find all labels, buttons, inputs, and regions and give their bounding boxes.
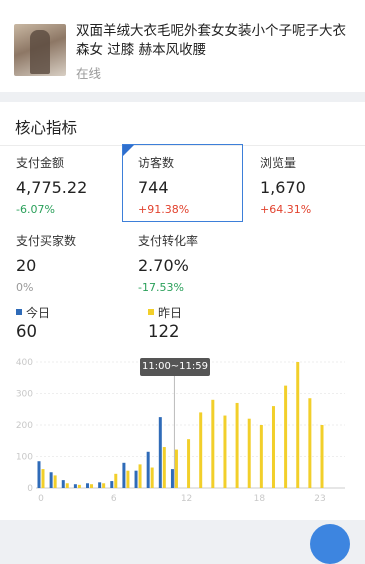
bar-today — [110, 481, 114, 488]
metric-value: 1,670 — [260, 178, 306, 197]
x-tick-label: 0 — [38, 494, 44, 504]
bar-yesterday — [259, 425, 263, 488]
bar-today — [98, 482, 102, 488]
metric-change: -6.07% — [16, 203, 55, 216]
bar-yesterday — [53, 475, 57, 488]
bar-yesterday — [77, 484, 81, 488]
x-tick-label: 12 — [181, 494, 192, 504]
legend-yesterday: 昨日 — [148, 304, 182, 321]
bar-today — [49, 472, 53, 488]
section-title: 核心指标 — [15, 119, 78, 137]
bar-today — [73, 484, 77, 488]
bar-yesterday — [284, 385, 288, 488]
metric-label: 浏览量 — [260, 156, 297, 170]
metric-change: +91.38% — [138, 203, 190, 216]
bar-yesterday — [247, 418, 251, 488]
metric-conversion-rate[interactable]: 支付转化率 2.70% -17.53% — [138, 232, 248, 294]
bar-yesterday — [150, 467, 154, 488]
bar-yesterday — [223, 415, 227, 488]
bar-yesterday — [211, 399, 215, 488]
legend-yesterday-label: 昨日 — [158, 306, 183, 320]
x-tick-label: 23 — [314, 494, 325, 504]
product-title[interactable]: 双面羊绒大衣毛呢外套女女装小个子呢子大衣森女 过膝 赫本风收腰 — [76, 22, 356, 60]
legend-today-value: 60 — [16, 322, 37, 341]
x-tick-label: 6 — [111, 494, 117, 504]
bar-today — [134, 470, 138, 488]
floating-action-button[interactable] — [310, 524, 350, 564]
bar-yesterday — [235, 402, 239, 488]
y-tick-label: 0 — [27, 484, 33, 494]
bar-today — [146, 451, 150, 488]
bar-today — [122, 462, 126, 488]
bar-yesterday — [41, 469, 45, 488]
metric-change: +64.31% — [260, 203, 312, 216]
bar-yesterday — [90, 484, 94, 488]
legend-today-swatch — [16, 308, 22, 315]
y-tick-label: 200 — [16, 421, 33, 431]
metric-value: 2.70% — [138, 256, 189, 275]
bar-yesterday — [271, 406, 275, 488]
bar-yesterday — [126, 470, 130, 488]
legend-yesterday-value: 122 — [148, 322, 180, 341]
bar-yesterday — [162, 447, 166, 488]
metric-change: 0% — [16, 281, 34, 294]
metric-value: 4,775.22 — [16, 178, 88, 197]
bar-yesterday — [187, 439, 191, 488]
metric-value: 744 — [138, 178, 169, 197]
bar-today — [158, 417, 162, 488]
bar-yesterday — [174, 449, 178, 488]
metric-payment-amount[interactable]: 支付金额 4,775.22 -6.07% — [16, 154, 126, 216]
metric-label: 支付转化率 — [138, 234, 199, 248]
metric-pageviews[interactable]: 浏览量 1,670 +64.31% — [260, 154, 365, 216]
bottom-gap — [0, 520, 365, 534]
metric-label: 支付金额 — [16, 156, 65, 170]
bar-yesterday — [102, 483, 106, 488]
section-gap — [0, 92, 365, 102]
metric-paying-buyers[interactable]: 支付买家数 20 0% — [16, 232, 126, 294]
metric-label: 支付买家数 — [16, 234, 77, 248]
bar-today — [37, 461, 41, 488]
y-tick-label: 100 — [16, 453, 33, 463]
product-image-figure — [30, 30, 50, 74]
metric-visitors[interactable]: 访客数 744 +91.38% — [138, 154, 248, 216]
bar-yesterday — [320, 425, 324, 488]
bar-yesterday — [308, 398, 312, 488]
bar-today — [61, 480, 65, 488]
product-status: 在线 — [76, 66, 102, 81]
bar-yesterday — [114, 473, 118, 488]
metric-value: 20 — [16, 256, 37, 275]
legend-yesterday-swatch — [148, 308, 154, 315]
y-tick-label: 300 — [16, 390, 33, 400]
bar-today — [170, 469, 174, 488]
product-header[interactable]: 双面羊绒大衣毛呢外套女女装小个子呢子大衣森女 过膝 赫本风收腰 在线 — [0, 0, 365, 92]
legend-today-label: 今日 — [26, 306, 51, 320]
y-tick-label: 400 — [16, 358, 33, 368]
legend-today: 今日 — [16, 304, 50, 321]
bar-yesterday — [138, 464, 142, 488]
metric-change: -17.53% — [138, 281, 184, 294]
bar-today — [86, 483, 90, 488]
bar-yesterday — [65, 483, 69, 488]
core-metrics-card: 核心指标 支付金额 4,775.22 -6.07% 访客数 744 +91.38… — [0, 102, 365, 520]
hourly-bar-chart[interactable]: 0 100 200 300 400 0 6 12 18 23 — [0, 352, 365, 512]
bar-yesterday — [296, 362, 300, 488]
metric-label: 访客数 — [138, 156, 175, 170]
chart-tooltip: 11:00~11:59 — [140, 358, 210, 376]
bar-yesterday — [199, 412, 203, 488]
product-thumbnail[interactable] — [14, 24, 66, 76]
x-tick-label: 18 — [254, 494, 266, 504]
